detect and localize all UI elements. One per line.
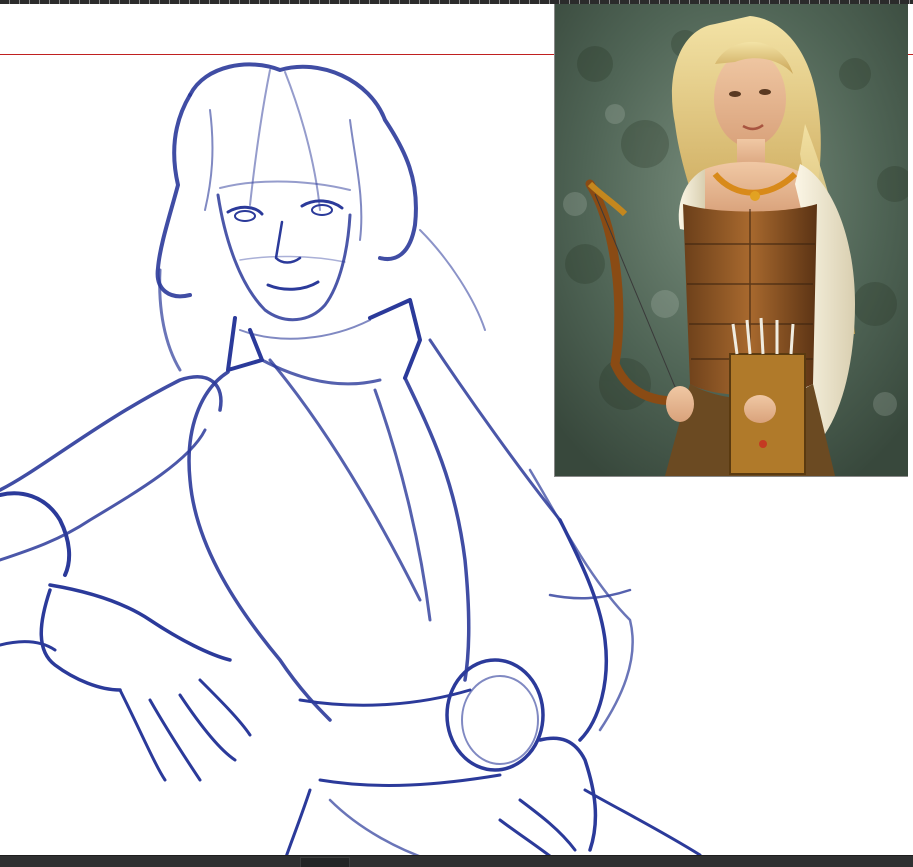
sketch-collar [226,316,264,372]
archer-portrait-icon [555,4,908,476]
document-tab[interactable] [300,857,350,867]
bottom-statusbar [0,855,913,867]
drawing-app [0,0,913,867]
reference-image[interactable] [554,4,908,477]
sketch-right-hand [538,736,598,852]
sketch-left-hand [48,583,232,662]
sketch-right-arm [558,518,609,742]
sketch-hair-left [155,93,192,299]
sketch-belt [298,688,472,707]
sketch-vest [187,370,332,722]
